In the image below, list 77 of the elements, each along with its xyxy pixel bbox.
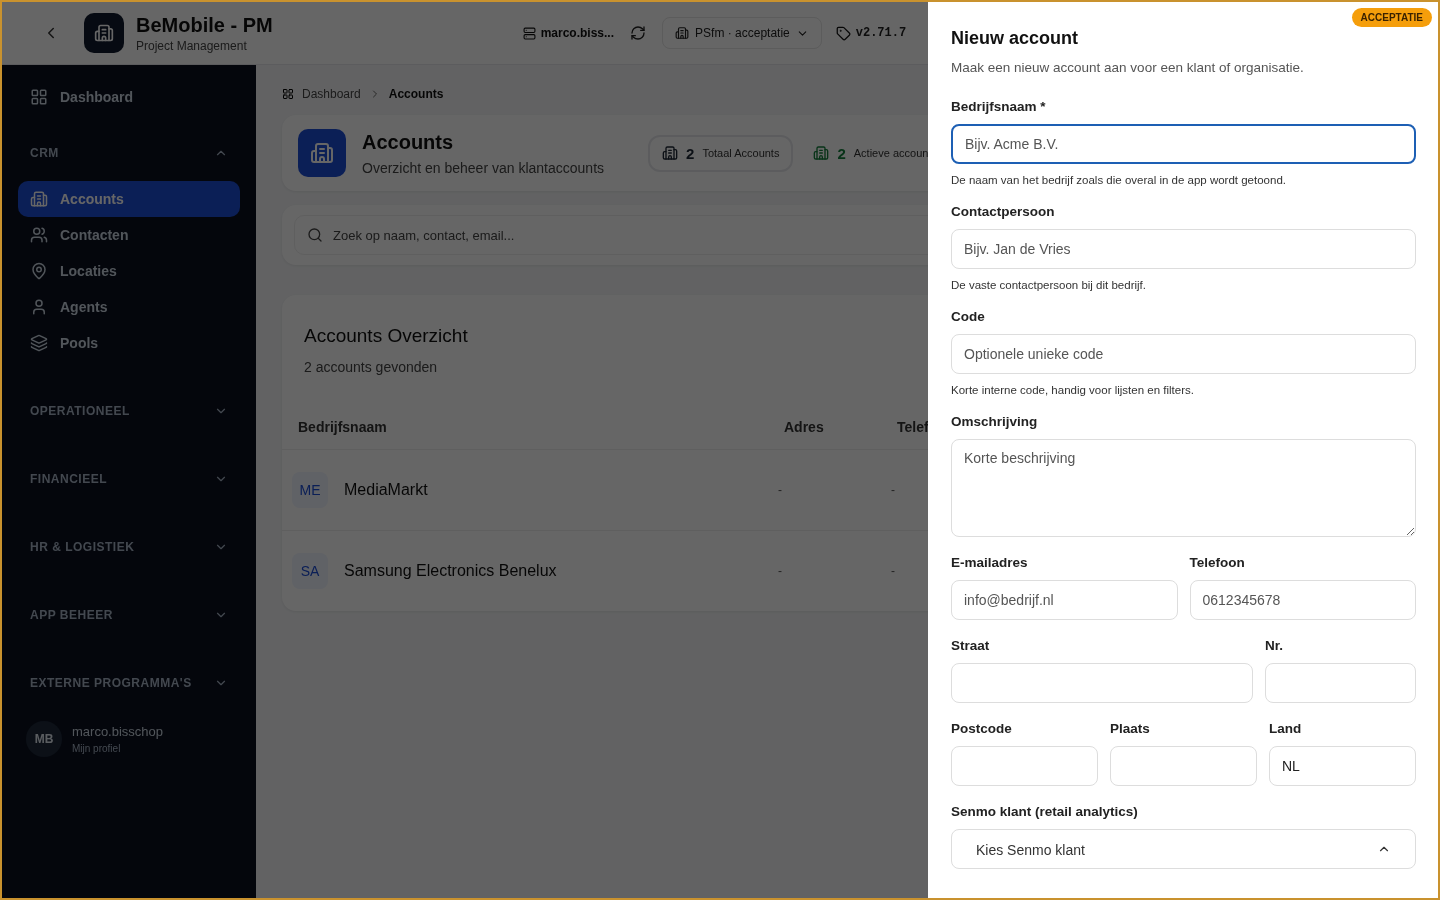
select-field[interactable]: Kies Senmo klant bbox=[951, 829, 1416, 869]
field-label: Senmo klant (retail analytics) bbox=[951, 804, 1139, 819]
environment-dropdown[interactable]: PSfm · acceptatie bbox=[662, 17, 822, 49]
field-label: Nr. bbox=[1265, 638, 1284, 653]
table-cell: - bbox=[891, 483, 895, 497]
nav-item[interactable]: Pools bbox=[18, 325, 240, 361]
logo-icon bbox=[84, 13, 124, 53]
app-title: BeMobile - PM bbox=[136, 13, 273, 37]
section-header[interactable]: CRM bbox=[18, 135, 240, 171]
section-header[interactable]: FINANCIEEL bbox=[18, 461, 240, 497]
field-label: Straat bbox=[951, 638, 991, 653]
building-icon bbox=[675, 26, 690, 40]
building-icon bbox=[30, 190, 48, 208]
company-name: MediaMarkt bbox=[344, 481, 428, 499]
page-subtitle: Overzicht en beheer van klantaccounts bbox=[362, 159, 605, 176]
nav-item[interactable]: Dashboard bbox=[18, 79, 240, 115]
profile-name: marco.bisschop bbox=[72, 724, 164, 739]
stat-label: Totaal Accounts bbox=[702, 147, 780, 159]
breadcrumb-link[interactable]: Accounts bbox=[388, 87, 444, 101]
field-label: Land bbox=[1269, 721, 1303, 736]
section-header[interactable]: HR & LOGISTIEK bbox=[18, 529, 240, 565]
column-header: Bedrijfsnaam bbox=[297, 418, 388, 437]
map-pin-icon bbox=[30, 262, 48, 280]
nav-item[interactable]: Accounts bbox=[18, 181, 240, 217]
user-name: marco.biss... bbox=[540, 26, 615, 40]
column-header: Adres bbox=[783, 418, 825, 437]
field-label: Plaats bbox=[1110, 721, 1151, 736]
stat-value: 2 bbox=[837, 144, 846, 162]
avatar: MB bbox=[26, 721, 62, 757]
initials-avatar: SA bbox=[292, 553, 328, 589]
help-text: De naam van het bedrijf zoals die overal in de app wordt getoond. bbox=[951, 174, 1287, 186]
field-label: Postcode bbox=[951, 721, 1013, 736]
search-icon bbox=[307, 227, 323, 243]
table-cell: - bbox=[778, 564, 782, 578]
version-label: v2.71.7 bbox=[855, 26, 907, 40]
table-title: Accounts Overzicht bbox=[304, 325, 469, 347]
app-subtitle: Project Management bbox=[136, 38, 248, 53]
building-icon bbox=[813, 145, 830, 161]
section-header[interactable]: OPERATIONEEL bbox=[18, 393, 240, 429]
section-header[interactable]: EXTERNE PROGRAMMA'S bbox=[18, 665, 240, 701]
tag-icon bbox=[835, 25, 851, 41]
table-subtitle: 2 accounts gevonden bbox=[304, 359, 439, 375]
input-field[interactable]: NL bbox=[1269, 746, 1416, 786]
stat-value: 2 bbox=[686, 144, 695, 162]
nav-item[interactable]: Locaties bbox=[18, 253, 240, 289]
page-title: Accounts bbox=[362, 130, 455, 154]
field-label: Telefoon bbox=[1189, 555, 1246, 570]
field-label: Code bbox=[951, 309, 986, 324]
grid-icon bbox=[282, 88, 294, 100]
help-text: Korte interne code, handig voor lijsten en filters. bbox=[951, 384, 1195, 396]
users-icon bbox=[30, 226, 48, 244]
stat-label: Actieve accoun bbox=[853, 147, 929, 159]
profile-link[interactable]: Mijn profiel bbox=[72, 743, 164, 754]
server-icon bbox=[522, 26, 536, 40]
field-label: Omschrijving bbox=[951, 414, 1039, 429]
input-field[interactable]: Bijv. Acme B.V. bbox=[951, 124, 1416, 164]
building-icon bbox=[662, 145, 679, 161]
table-cell: - bbox=[778, 483, 782, 497]
column-header: Telef bbox=[896, 418, 930, 437]
panel-title: Nieuw account bbox=[951, 28, 1080, 49]
section-header[interactable]: APP BEHEER bbox=[18, 597, 240, 633]
field-label: E-mailadres bbox=[951, 555, 1029, 570]
environment-badge: ACCEPTATIE bbox=[1351, 8, 1432, 27]
initials-avatar: ME bbox=[292, 472, 328, 508]
table-cell: - bbox=[891, 564, 895, 578]
textarea-field[interactable]: Korte beschrijving bbox=[951, 439, 1416, 537]
nav-item[interactable]: Agents bbox=[18, 289, 240, 325]
help-text: De vaste contactpersoon bij dit bedrijf. bbox=[951, 279, 1147, 291]
layers-icon bbox=[30, 334, 48, 352]
panel-description: Maak een nieuw account aan voor een klant of organisatie. bbox=[951, 60, 1305, 75]
nav-item[interactable]: Contacten bbox=[18, 217, 240, 253]
building-icon bbox=[298, 129, 346, 177]
company-name: Samsung Electronics Benelux bbox=[344, 562, 557, 580]
breadcrumb-link[interactable]: Dashboard bbox=[302, 87, 361, 101]
grid-icon bbox=[30, 88, 48, 106]
field-label: Bedrijfsnaam * bbox=[951, 99, 1047, 114]
user-icon bbox=[30, 298, 48, 316]
